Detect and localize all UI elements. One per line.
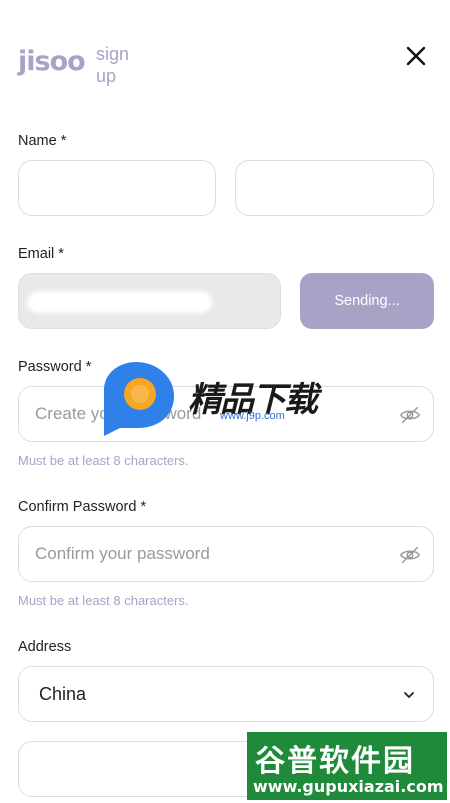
- page-title-line2: up: [96, 66, 117, 86]
- confirm-password-field[interactable]: [18, 526, 434, 582]
- header: jisoo sign up: [18, 40, 432, 90]
- password-hint: Must be at least 8 characters.: [18, 453, 189, 468]
- email-label: Email *: [18, 246, 64, 262]
- logo: jisoo: [18, 46, 86, 77]
- close-icon: [406, 46, 426, 66]
- eye-off-icon: [399, 546, 421, 564]
- password-input[interactable]: [33, 403, 419, 425]
- address-label: Address: [18, 639, 72, 655]
- email-field[interactable]: [18, 273, 281, 329]
- name-label: Name *: [18, 133, 67, 149]
- close-button[interactable]: [404, 44, 428, 68]
- page-title-line1: sign: [96, 44, 130, 64]
- confirm-password-label: Confirm Password *: [18, 499, 147, 515]
- page-title: sign up: [96, 43, 129, 87]
- send-code-button[interactable]: Sending...: [300, 273, 434, 329]
- password-field[interactable]: [18, 386, 434, 442]
- address-detail-input[interactable]: [33, 758, 419, 780]
- last-name-field[interactable]: [235, 160, 434, 216]
- first-name-field[interactable]: [18, 160, 216, 216]
- confirm-password-input[interactable]: [33, 543, 419, 565]
- password-label: Password *: [18, 359, 92, 375]
- toggle-confirm-password-visibility[interactable]: [399, 544, 421, 566]
- first-name-input[interactable]: [33, 177, 201, 199]
- last-name-input[interactable]: [250, 177, 419, 199]
- country-select-value: China: [39, 683, 87, 704]
- country-select[interactable]: China: [18, 666, 434, 722]
- address-detail-field[interactable]: [18, 741, 434, 797]
- chevron-down-icon: [401, 687, 417, 703]
- eye-off-icon: [399, 406, 421, 424]
- email-redacted-value: [27, 291, 212, 313]
- confirm-password-hint: Must be at least 8 characters.: [18, 593, 189, 608]
- toggle-password-visibility[interactable]: [399, 404, 421, 426]
